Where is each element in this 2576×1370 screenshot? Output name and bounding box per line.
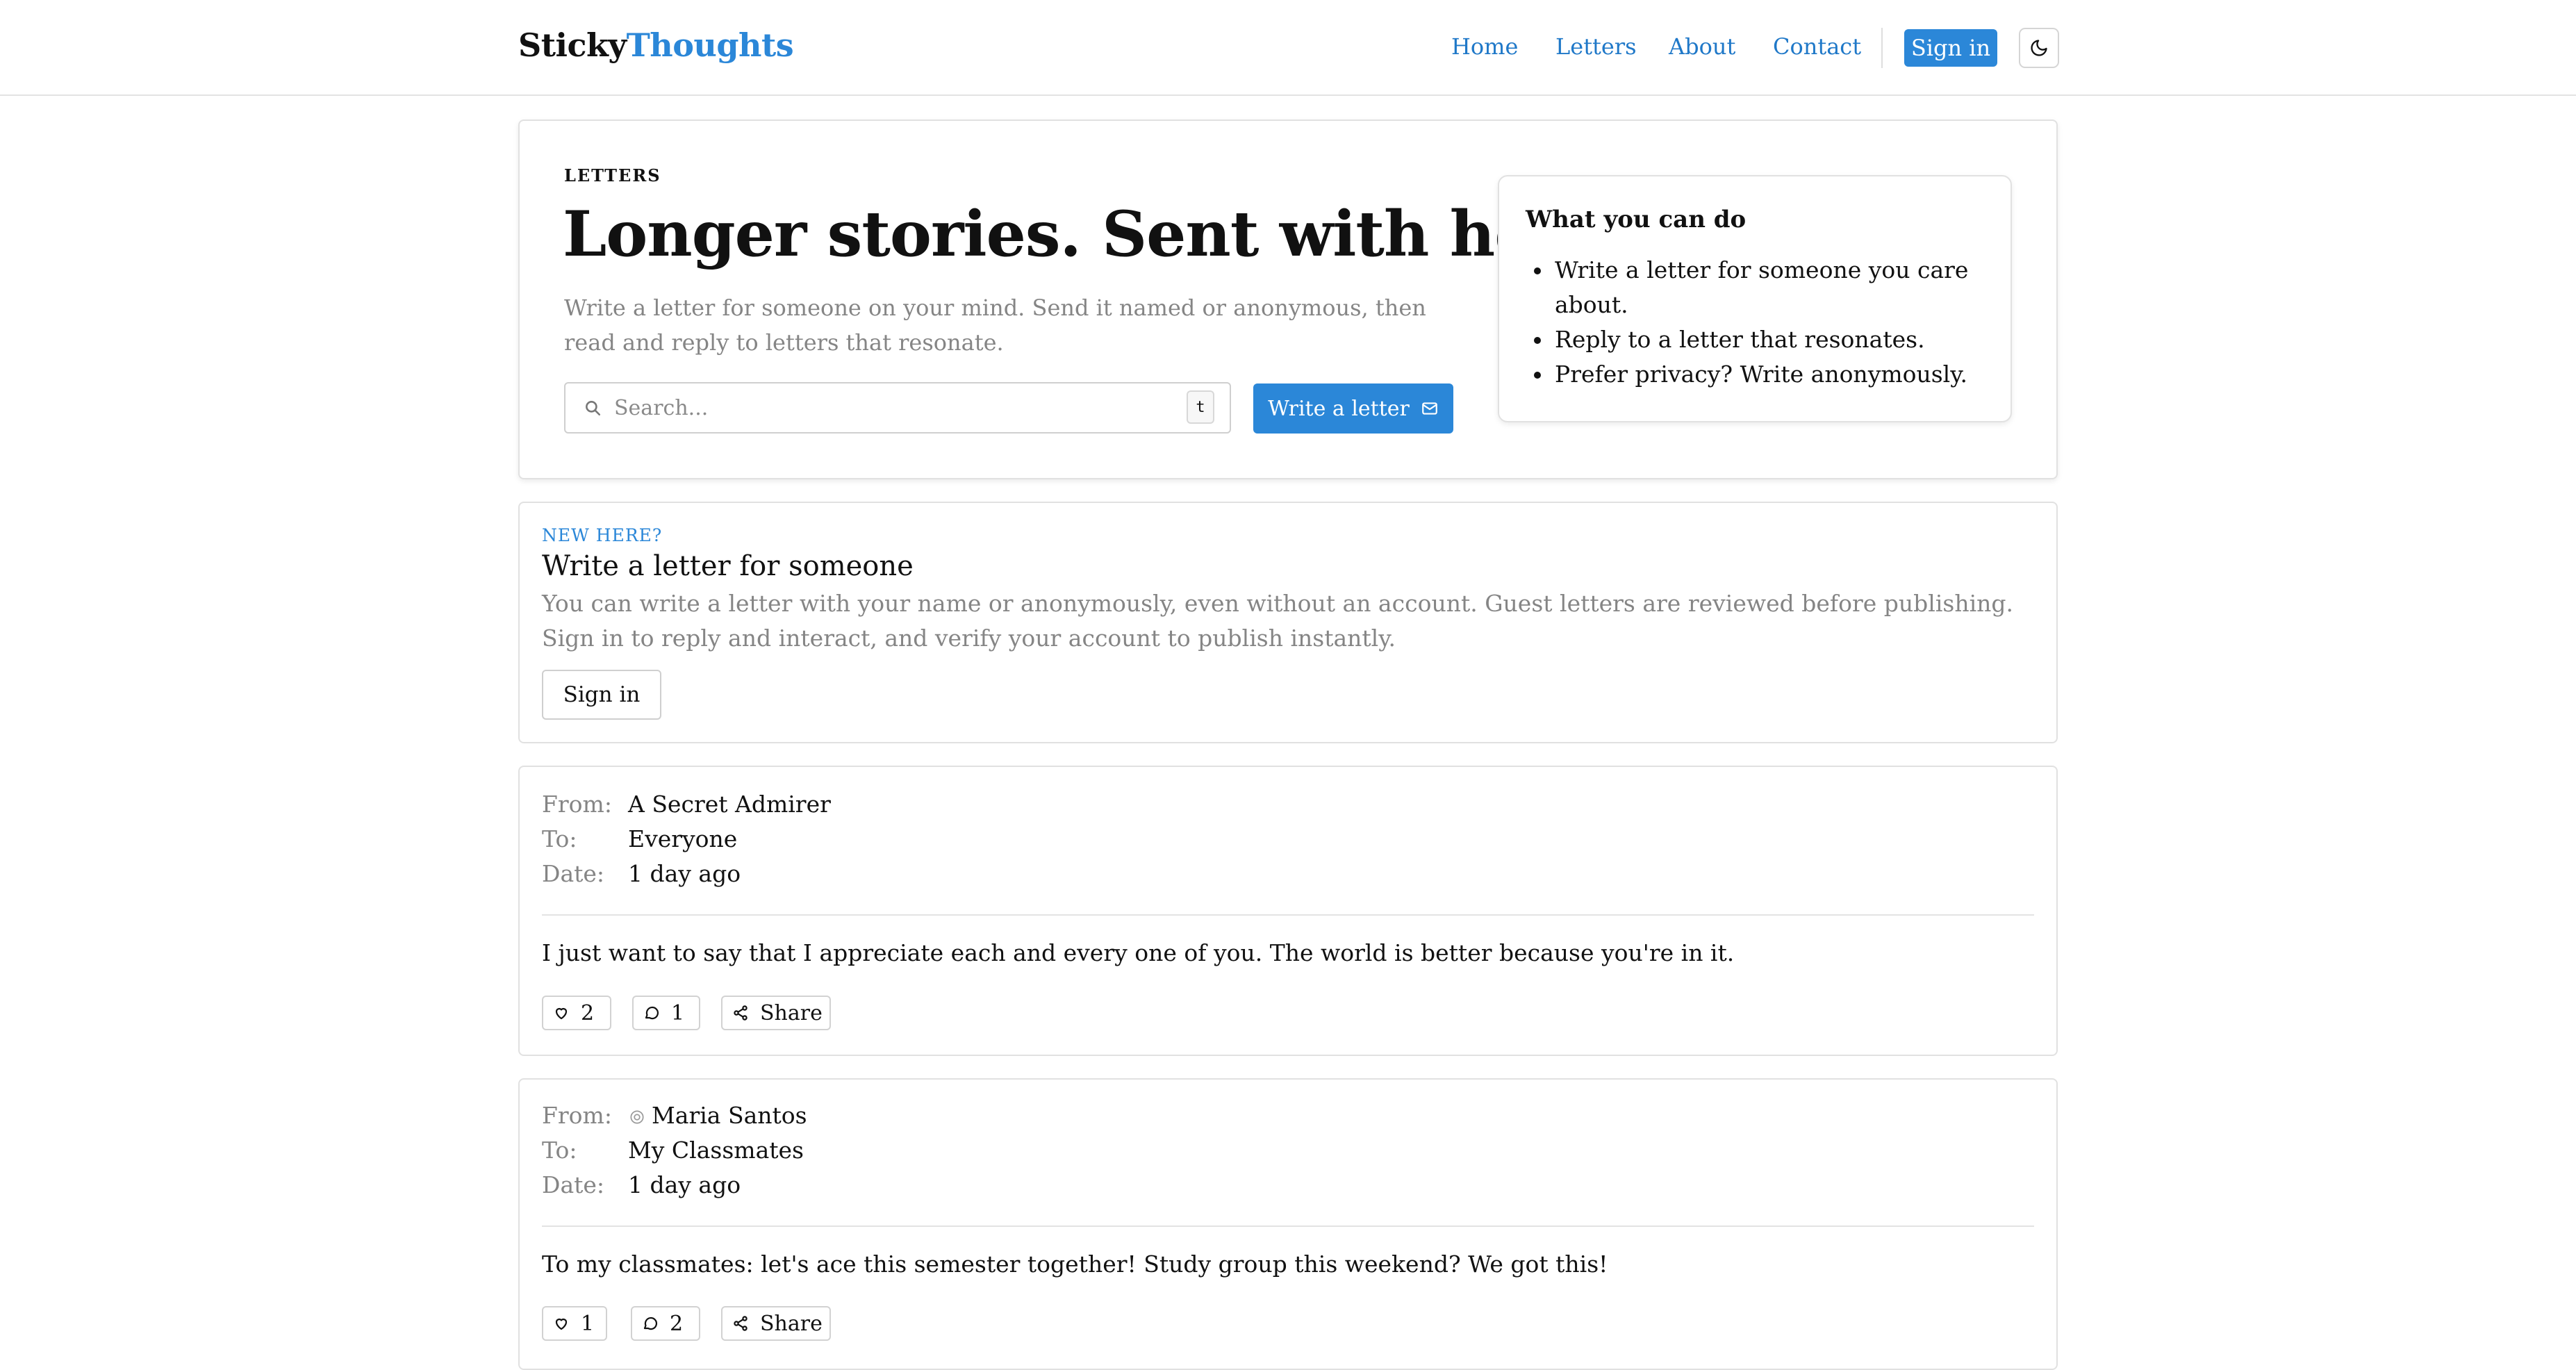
new-here-sign-in-button[interactable]: Sign in [542,670,661,720]
date-label: Date: [542,860,605,887]
letter-divider [542,914,2034,916]
search-input[interactable] [614,390,1170,425]
brand-name-part2: Thoughts [626,26,794,64]
letter-date: 1 day ago [628,1171,741,1198]
comment-icon [643,1317,657,1330]
brand-logo[interactable]: StickyThoughts [518,26,794,64]
share-icon [734,1316,748,1331]
comment-icon [645,1006,659,1020]
top-navbar: StickyThoughts Home Letters About Contac… [0,0,2576,96]
list-item: Reply to a letter that resonates. [1526,322,1984,357]
write-letter-button[interactable]: Write a letter [1253,383,1453,434]
what-you-can-do-list: Write a letter for someone you care abou… [1526,253,1984,392]
header-sign-in-button[interactable]: Sign in [1904,29,1997,67]
what-you-can-do-title: What you can do [1526,206,1747,233]
letter-recipient: My Classmates [628,1137,804,1164]
letter-sender: A Secret Admirer [628,791,831,818]
new-here-eyebrow: NEW HERE? [542,525,663,545]
search-icon [586,401,601,416]
like-button[interactable]: 1 [542,1306,607,1341]
to-label: To: [542,825,577,852]
brand-name-part1: Sticky [518,26,627,64]
new-here-description: You can write a letter with your name or… [542,590,2013,652]
nav-contact-link[interactable]: Contact [1773,33,1861,60]
letter-body: I just want to say that I appreciate eac… [542,939,1735,966]
letter-sender: Maria Santos [652,1102,807,1129]
like-count: 2 [581,1000,595,1025]
nav-divider [1881,28,1883,68]
share-icon [734,1005,748,1021]
like-button[interactable]: 2 [542,996,611,1030]
write-letter-label: Write a letter [1268,396,1410,421]
heart-icon [555,1318,568,1330]
comment-button[interactable]: 2 [631,1306,700,1341]
list-item: Prefer privacy? Write anonymously. [1526,357,1984,392]
date-label: Date: [542,1171,605,1198]
letter-date: 1 day ago [628,860,741,887]
theme-toggle-button[interactable] [2019,28,2059,68]
to-label: To: [542,1137,577,1164]
search-shortcut-key: t [1187,390,1214,424]
share-label: Share [760,1311,823,1336]
share-label: Share [760,1000,823,1025]
letter-sender-wrap: Maria Santos [628,1102,807,1129]
nav-letters-link[interactable]: Letters [1555,33,1637,60]
from-label: From: [542,791,612,818]
share-button[interactable]: Share [721,996,831,1030]
nav-home-link[interactable]: Home [1451,33,1518,60]
letter-divider [542,1225,2034,1227]
comment-count: 1 [671,1000,685,1025]
share-button[interactable]: Share [721,1306,831,1341]
moon-icon [2031,40,2047,56]
letter-recipient: Everyone [628,825,738,852]
letter-body: To my classmates: let's ace this semeste… [542,1251,1608,1278]
from-label: From: [542,1102,612,1129]
page-title: Longer stories. Sent with heart. [563,197,1656,271]
comment-count: 2 [670,1311,684,1336]
mail-icon [1422,402,1437,415]
new-here-title: Write a letter for someone [542,550,914,582]
comment-button[interactable]: 1 [632,996,700,1030]
hero-eyebrow: LETTERS [564,165,661,185]
search-box[interactable]: t [564,382,1231,434]
verified-user-icon [630,1110,644,1124]
heart-icon [555,1007,568,1020]
like-count: 1 [581,1311,595,1336]
nav-about-link[interactable]: About [1669,33,1735,60]
list-item: Write a letter for someone you care abou… [1526,253,1984,322]
hero-subtitle: Write a letter for someone on your mind.… [564,295,1426,356]
